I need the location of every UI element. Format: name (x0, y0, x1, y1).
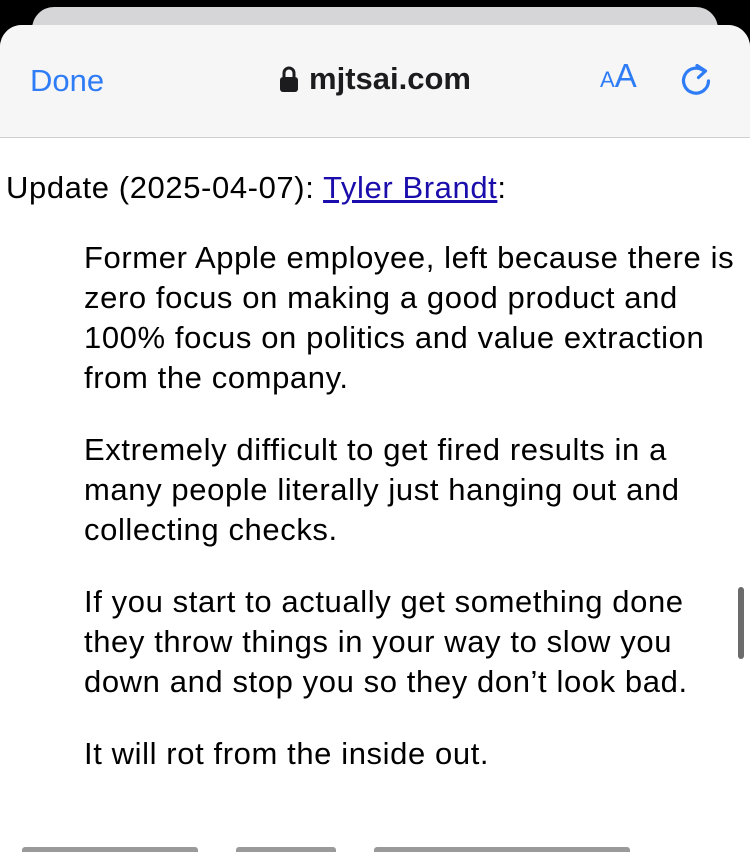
author-link[interactable]: Tyler Brandt (323, 170, 497, 205)
update-prefix: Update (2025-04-07): (6, 170, 324, 205)
quote-paragraph: If you start to actually get something d… (84, 584, 688, 699)
lock-icon (280, 66, 299, 92)
web-content: Update (2025-04-07): Tyler Brandt: Forme… (0, 138, 750, 852)
toolbar-segment (22, 847, 198, 852)
toolbar-segment (374, 847, 630, 852)
update-line: Update (2025-04-07): Tyler Brandt: (6, 170, 507, 206)
text-size-large-a: A (614, 57, 637, 94)
done-button[interactable]: Done (30, 63, 104, 99)
toolbar-segment (236, 847, 336, 852)
text-size-button[interactable]: AA (600, 59, 637, 99)
safari-view-sheet: Done mjtsai.com AA Update (2025-04-07): … (0, 25, 750, 852)
text-size-small-a: A (600, 67, 615, 92)
address-bar: mjtsai.com (0, 61, 750, 98)
quote-paragraph: It will rot from the inside out. (84, 736, 490, 771)
blockquote: Former Apple employee, left because ther… (84, 238, 739, 806)
bottom-toolbar-edge (0, 847, 750, 852)
quote-paragraph: Former Apple employee, left because ther… (84, 240, 735, 395)
reload-icon[interactable] (678, 63, 714, 99)
url-display[interactable]: mjtsai.com (279, 61, 471, 97)
update-suffix: : (497, 170, 507, 205)
scroll-indicator[interactable] (738, 587, 744, 659)
quote-paragraph: Extremely difficult to get fired results… (84, 432, 680, 547)
safari-navbar: Done mjtsai.com AA (0, 25, 750, 138)
url-text: mjtsai.com (309, 61, 471, 96)
